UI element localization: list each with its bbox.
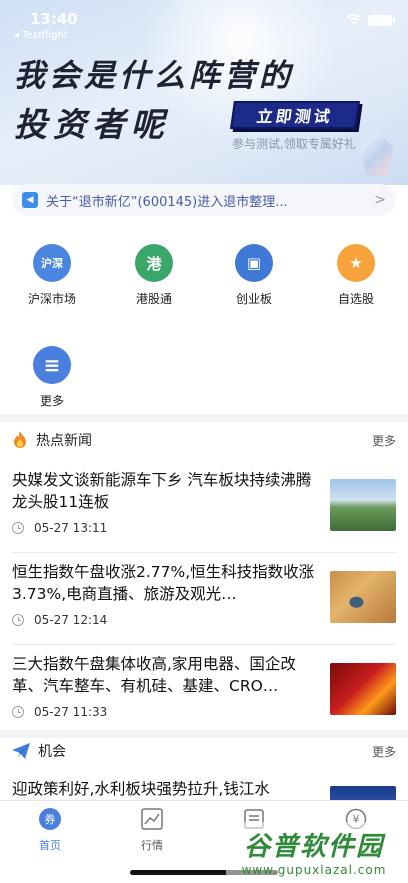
chart-icon (140, 807, 164, 831)
hk-connect-icon: 港 (135, 244, 173, 282)
news-time: 05-27 13:11 (12, 521, 107, 535)
news-title: 三大指数午盘集体收高,家用电器、国企改革、汽车整车、有机硅、基建、CRO… (12, 655, 296, 695)
announcement-icon: ◀ (22, 192, 38, 208)
hot-news-header: 热点新闻 更多 (0, 423, 408, 457)
news-time-text: 05-27 13:11 (34, 521, 108, 535)
news-thumbnail (330, 571, 396, 623)
chevron-right-icon: > (374, 192, 386, 208)
opportunity-header: 机会 更多 (0, 734, 408, 768)
banner-headline-2: 投资者呢 (14, 105, 170, 144)
news-title: 迎政策利好,水利板块强势拉升,钱江水 (12, 780, 270, 798)
watermark-url: www.gupuxlazal.com (241, 862, 387, 877)
announcement-bar[interactable]: ◀ 关于“退市新亿”(600145)进入退市整理... > (12, 184, 396, 216)
tab-label: 首页 (39, 839, 61, 852)
section-title: 机会 (38, 744, 66, 760)
site-watermark: 谷普软件园 www.gupuxlazal.com (226, 822, 402, 880)
news-time: 05-27 12:14 (12, 613, 107, 627)
testflight-back-link[interactable]: ◂ Testflight (14, 30, 68, 41)
news-thumbnail (330, 786, 396, 800)
home-tab-icon: 券 (38, 807, 62, 831)
tab-home[interactable]: 券 首页 (20, 807, 80, 853)
news-thumbnail (330, 479, 396, 531)
status-bar: 13:40 ◂ Testflight (0, 0, 408, 44)
shortcut-hushen-market[interactable]: 沪深 沪深市场 (12, 244, 92, 307)
status-time: 13:40 (30, 10, 78, 28)
announcement-text: 关于“退市新亿”(600145)进入退市整理... (46, 194, 288, 210)
menu-icon: ≡ (33, 346, 71, 384)
hushen-market-icon: 沪深 (33, 244, 71, 282)
banner-subtitle: 参与测试,领取专属好礼 (232, 137, 356, 151)
clock-icon (12, 614, 24, 626)
shortcut-label: 沪深市场 (27, 292, 76, 306)
news-title: 恒生指数午盘收涨2.77%,恒生科技指数收涨3.73%,电商直播、旅游及观光… (12, 563, 315, 603)
paper-plane-icon (12, 743, 30, 759)
news-item[interactable]: 央媒发文谈新能源车下乡 汽车板块持续沸腾 龙头股11连板 05-27 13:11 (0, 461, 408, 553)
shortcut-label: 更多 (39, 394, 64, 408)
clock-icon (12, 522, 24, 534)
watermark-title: 谷普软件园 (243, 831, 384, 862)
tab-market[interactable]: 行情 (122, 807, 182, 853)
hot-news-more-link[interactable]: 更多 (372, 432, 396, 449)
status-icons (346, 14, 395, 26)
shortcut-more[interactable]: ≡ 更多 (12, 346, 92, 409)
crystal-decoration (360, 132, 394, 176)
opportunity-more-link[interactable]: 更多 (372, 743, 396, 760)
flame-icon (14, 431, 26, 448)
shortcut-chinext[interactable]: ▣ 创业板 (214, 244, 294, 307)
wifi-icon (346, 14, 362, 25)
news-item[interactable]: 恒生指数午盘收涨2.77%,恒生科技指数收涨3.73%,电商直播、旅游及观光… … (0, 553, 408, 645)
news-time-text: 05-27 11:33 (34, 705, 108, 719)
news-time: 05-27 11:33 (12, 705, 107, 719)
section-title: 热点新闻 (36, 433, 92, 449)
news-title: 央媒发文谈新能源车下乡 汽车板块持续沸腾 龙头股11连板 (12, 471, 312, 511)
chinext-icon: ▣ (235, 244, 273, 282)
shortcut-watchlist[interactable]: ★ 自选股 (316, 244, 396, 307)
section-divider (0, 414, 408, 422)
shortcut-label: 港股通 (135, 292, 172, 306)
clock-icon (12, 706, 24, 718)
battery-icon (368, 14, 395, 26)
shortcut-hk-connect[interactable]: 港 港股通 (114, 244, 194, 307)
news-thumbnail (330, 663, 396, 715)
svg-text:券: 券 (45, 812, 56, 826)
promo-banner[interactable]: 13:40 ◂ Testflight 我会是什么阵营的 投资者呢 立即测试 参与… (0, 0, 408, 185)
banner-headline-1: 我会是什么阵营的 (14, 58, 294, 94)
opportunity-item[interactable]: 迎政策利好,水利板块强势拉升,钱江水 (0, 770, 408, 800)
news-time-text: 05-27 12:14 (34, 613, 108, 627)
news-item[interactable]: 三大指数午盘集体收高,家用电器、国企改革、汽车整车、有机硅、基建、CRO… 05… (0, 645, 408, 737)
shortcut-label: 创业板 (235, 292, 272, 306)
star-icon: ★ (337, 244, 375, 282)
start-test-button[interactable]: 立即测试 (230, 101, 360, 129)
shortcut-label: 自选股 (337, 292, 374, 306)
tab-label: 行情 (141, 839, 163, 852)
